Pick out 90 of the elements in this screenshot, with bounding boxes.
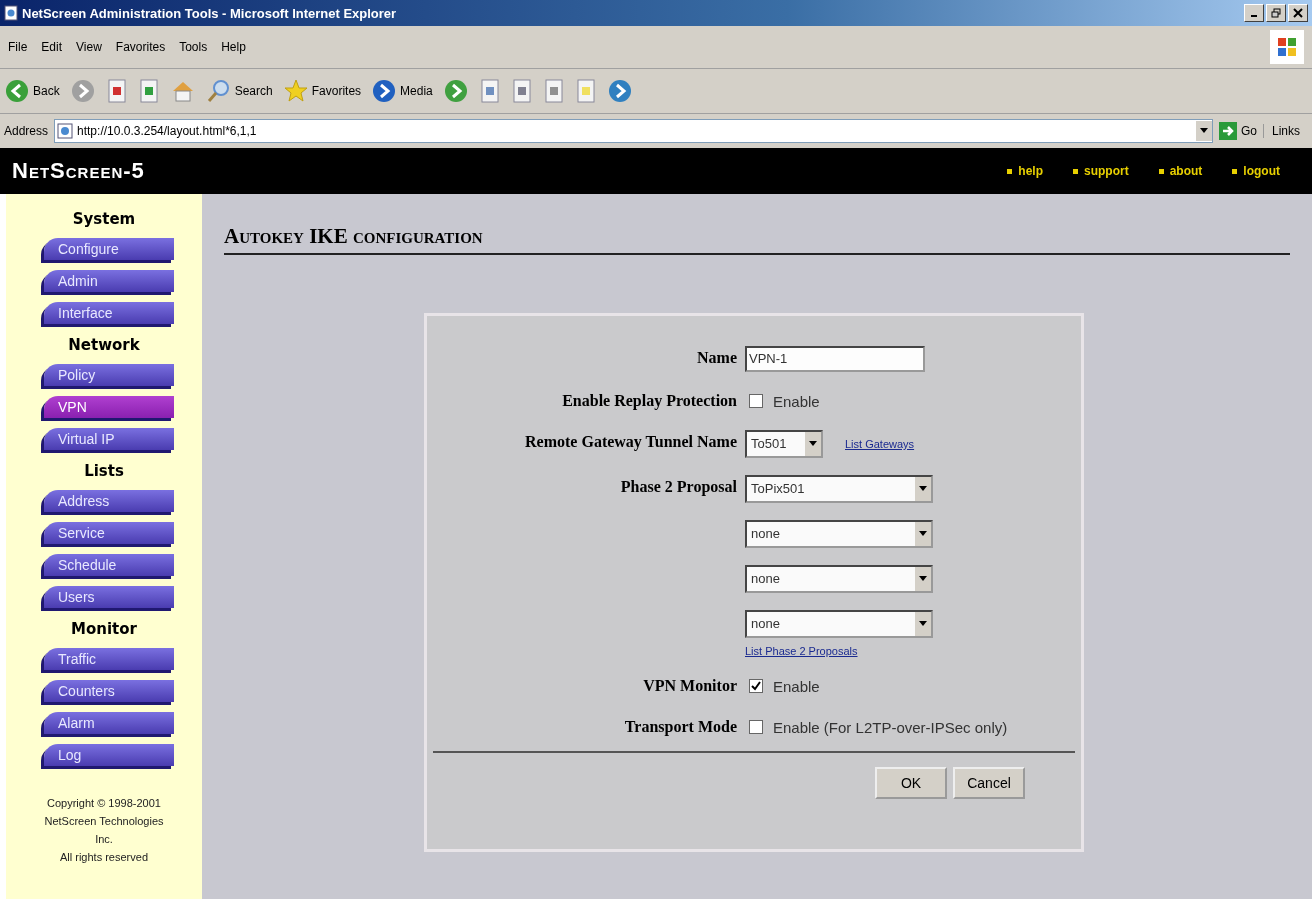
checkbox[interactable] [749, 394, 763, 408]
window-title: NetScreen Administration Tools - Microsoft Internet Explorer [22, 5, 398, 21]
toolbar-button[interactable]: Search [205, 78, 273, 104]
minimize-button[interactable] [1244, 4, 1264, 22]
document-icon [137, 78, 160, 104]
restore-button[interactable] [1266, 4, 1286, 22]
toolbar-button[interactable] [542, 78, 565, 104]
select-field[interactable]: none [745, 565, 933, 593]
field-label: VPN Monitor [642, 676, 737, 696]
nav-button[interactable]: Log [44, 744, 174, 766]
menu-item[interactable]: Tools [179, 40, 208, 54]
menu-item[interactable]: Favorites [115, 40, 166, 54]
select-field[interactable]: none [745, 610, 933, 638]
toolbar-button[interactable] [478, 78, 501, 104]
name-field[interactable]: VPN-1 [745, 346, 925, 372]
arrow-icon [1218, 122, 1237, 140]
checkbox-label: Enable (For L2TP-over-IPSec only) [773, 718, 1008, 736]
header-link[interactable]: support [1073, 164, 1129, 178]
nav-button[interactable]: VPN [44, 396, 174, 418]
document-icon [510, 78, 533, 104]
nav-button[interactable]: Traffic [44, 648, 174, 670]
section-heading: System [72, 210, 136, 228]
toolbar-button[interactable] [606, 78, 633, 104]
brand-logo: NetScreen-5 [12, 158, 145, 184]
windows-logo-icon [1270, 30, 1304, 64]
document-icon [574, 78, 597, 104]
nav-button[interactable]: Interface [44, 302, 174, 324]
document-icon [105, 78, 128, 104]
nav-button[interactable]: Service [44, 522, 174, 544]
page-icon [57, 123, 74, 139]
header-link[interactable]: about [1158, 164, 1203, 178]
toolbar-button[interactable]: Media [371, 78, 433, 104]
toolbar-button[interactable]: Favorites [282, 78, 362, 104]
close-icon [1293, 8, 1303, 18]
menu-item[interactable]: View [76, 40, 102, 54]
field-label: Transport Mode [623, 717, 737, 738]
search-icon [205, 78, 232, 104]
copyright-text: Copyright © 1998-2001 [46, 796, 162, 811]
copyright-text: Inc. [94, 832, 114, 847]
copyright-text: NetScreen Technologies [44, 814, 164, 829]
document-icon [478, 78, 501, 104]
field-label: Phase 2 Proposal [619, 477, 737, 498]
toolbar-button[interactable] [510, 78, 533, 104]
go-button[interactable]: Go [1218, 122, 1257, 140]
form-button[interactable]: OK [875, 767, 947, 799]
address-field[interactable]: http://10.0.3.254/layout.html*6,1,1 [54, 119, 1213, 143]
menu-item[interactable]: Help [221, 40, 246, 54]
select-field[interactable]: ToPix501 [745, 475, 933, 503]
toolbar-button[interactable] [69, 78, 96, 104]
toolbar-button[interactable]: Back [4, 78, 60, 104]
field-label: Enable Replay Protection [561, 391, 737, 412]
restore-icon [1271, 8, 1281, 18]
field-label: Name [696, 348, 737, 368]
checkbox[interactable] [749, 679, 763, 693]
nav-button[interactable]: Virtual IP [44, 428, 174, 450]
links-button[interactable]: Links [1263, 124, 1308, 138]
section-heading: Lists [84, 462, 124, 480]
select-field[interactable]: none [745, 520, 933, 548]
page-icon [4, 5, 18, 21]
list-proposals-link[interactable]: List Phase 2 Proposals [745, 645, 933, 657]
toolbar-button[interactable] [442, 78, 469, 104]
select-field[interactable]: To501 [745, 430, 823, 458]
checkbox-label: Enable [773, 677, 820, 695]
nav-button[interactable]: Counters [44, 680, 174, 702]
document-icon [542, 78, 565, 104]
nav-button[interactable]: Users [44, 586, 174, 608]
copyright-text: All rights reserved [58, 850, 149, 865]
menu-item[interactable]: Edit [41, 40, 63, 54]
star-icon [282, 78, 309, 104]
header-link[interactable]: help [1007, 164, 1043, 178]
nav-button[interactable]: Alarm [44, 712, 174, 734]
page-title: Autokey IKE configuration [224, 224, 484, 249]
checkbox-label: Enable [773, 392, 820, 410]
list-gateways-link[interactable]: List Gateways [845, 438, 915, 450]
nav-button[interactable]: Address [44, 490, 174, 512]
nav-button[interactable]: Admin [44, 270, 174, 292]
nav-button[interactable]: Configure [44, 238, 174, 260]
checkbox[interactable] [749, 720, 763, 734]
address-label: Address [4, 124, 49, 138]
menu-item[interactable]: File [8, 40, 28, 54]
field-label: Remote Gateway Tunnel Name [524, 432, 737, 453]
form-button[interactable]: Cancel [953, 767, 1025, 799]
section-heading: Network [68, 336, 140, 354]
close-button[interactable] [1288, 4, 1308, 22]
toolbar-button[interactable] [105, 78, 128, 104]
header-link[interactable]: logout [1232, 164, 1280, 178]
section-heading: Monitor [71, 620, 137, 638]
nav-button[interactable]: Schedule [44, 554, 174, 576]
toolbar-button[interactable] [137, 78, 160, 104]
nav-button[interactable]: Policy [44, 364, 174, 386]
